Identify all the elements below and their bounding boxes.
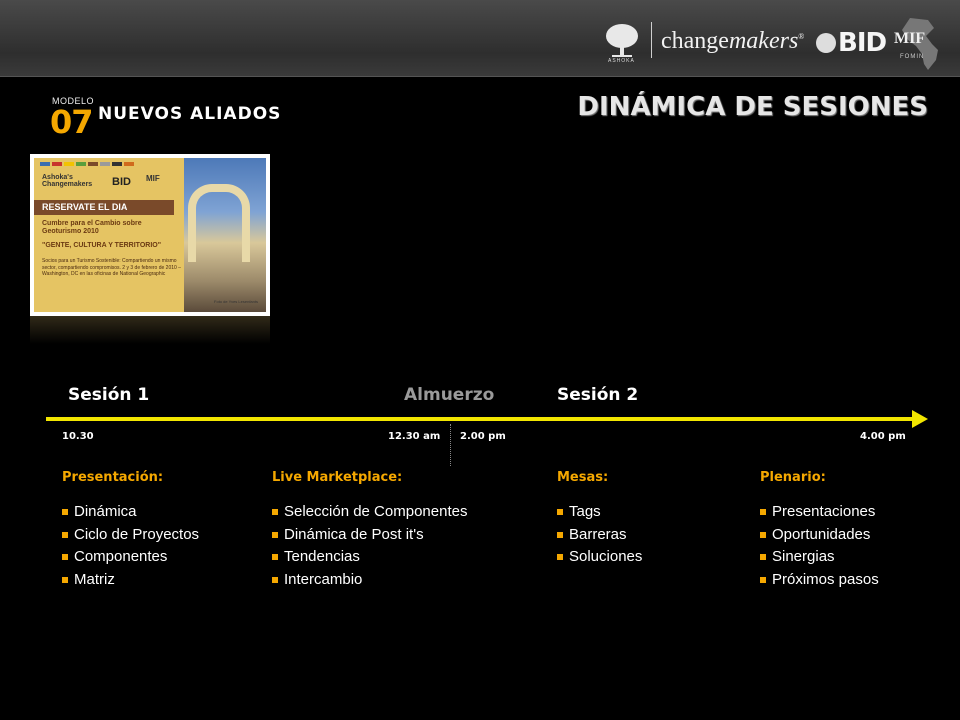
- flyer-org: Ashoka's: [42, 174, 73, 181]
- bullet-list: Selección de Componentes Dinámica de Pos…: [272, 501, 467, 591]
- list-item: Selección de Componentes: [272, 501, 467, 524]
- flyer-event-title: Cumbre para el Cambio sobre Geoturismo 2…: [42, 220, 142, 236]
- bullet-list: Dinámica Ciclo de Proyectos Componentes …: [62, 501, 199, 591]
- changemakers-logo-mark: ®: [798, 32, 805, 41]
- list-item: Tendencias: [272, 546, 467, 569]
- flyer-stripe: [76, 162, 86, 166]
- time-start: 10.30: [62, 431, 94, 442]
- event-flyer-image: Ashoka's Changemakers BID MIF RESERVATE E…: [30, 154, 270, 316]
- ashoka-logo-text: ASHOKA: [608, 58, 635, 64]
- list-item: Sinergias: [760, 546, 879, 569]
- list-item: Ciclo de Proyectos: [62, 524, 199, 547]
- session-2-label: Sesión 2: [557, 385, 639, 405]
- flyer-details: Socios para un Turismo Sostenible: Compa…: [42, 258, 181, 277]
- changemakers-logo-main: change: [661, 28, 729, 54]
- timeline-divider: [450, 424, 451, 466]
- column-heading: Mesas:: [557, 470, 609, 485]
- list-item: Próximos pasos: [760, 569, 879, 592]
- flyer-slogan: "GENTE, CULTURA Y TERRITORIO": [42, 242, 162, 249]
- flyer-stripe: [100, 162, 110, 166]
- list-item: Tags: [557, 501, 642, 524]
- column-presentacion: Presentación: Dinámica Ciclo de Proyecto…: [62, 470, 199, 591]
- logo-divider: [651, 22, 652, 58]
- flyer-org-name: Changemakers: [42, 181, 93, 188]
- session-1-label: Sesión 1: [68, 385, 150, 405]
- column-heading: Presentación:: [62, 470, 164, 485]
- list-item: Presentaciones: [760, 501, 879, 524]
- time-lunch-start: 12.30 am: [388, 431, 441, 442]
- flyer-changemakers-logo: Ashoka's Changemakers: [42, 174, 92, 188]
- flyer-photo-credit: Foto de Yves Lesenfants: [214, 299, 258, 304]
- list-item: Soluciones: [557, 546, 642, 569]
- bullet-list: Tags Barreras Soluciones: [557, 501, 642, 569]
- flyer-bid-logo: BID: [112, 176, 131, 188]
- flyer-arch-illustration: [188, 184, 250, 262]
- flyer-color-stripes: [40, 162, 134, 166]
- ashoka-tree-icon: [606, 24, 638, 57]
- flyer-stripe: [52, 162, 62, 166]
- list-item: Barreras: [557, 524, 642, 547]
- bid-globe-icon: [816, 33, 836, 53]
- lunch-label: Almuerzo: [404, 385, 495, 405]
- bullet-list: Presentaciones Oportunidades Sinergias P…: [760, 501, 879, 591]
- list-item: Dinámica: [62, 501, 199, 524]
- time-session-2-start: 2.00 pm: [460, 431, 506, 442]
- column-plenario: Plenario: Presentaciones Oportunidades S…: [760, 470, 879, 591]
- flyer-reflection: [30, 316, 270, 344]
- time-end: 4.00 pm: [860, 431, 906, 442]
- timeline-line: [46, 417, 918, 421]
- list-item: Oportunidades: [760, 524, 879, 547]
- list-item: Matriz: [62, 569, 199, 592]
- flyer-stripe: [40, 162, 50, 166]
- column-mesas: Mesas: Tags Barreras Soluciones: [557, 470, 642, 569]
- flyer-stripe: [112, 162, 122, 166]
- module-name: NUEVOS ALIADOS: [98, 104, 282, 124]
- timeline-arrow-icon: [912, 410, 928, 428]
- list-item: Intercambio: [272, 569, 467, 592]
- flyer-mif-logo: MIF: [146, 174, 160, 183]
- bid-logo-text: BID: [838, 28, 887, 58]
- column-heading: Plenario:: [760, 470, 826, 485]
- bid-logo: BID: [816, 28, 887, 58]
- flyer-stripe: [124, 162, 134, 166]
- module-number: 07: [50, 103, 94, 141]
- list-item: Componentes: [62, 546, 199, 569]
- page-title: DINÁMICA DE SESIONES: [577, 92, 928, 122]
- column-live-marketplace: Live Marketplace: Selección de Component…: [272, 470, 467, 591]
- flyer-stripe: [64, 162, 74, 166]
- header-bar: ASHOKA changemakers® BID MIF FOMIN: [0, 0, 960, 77]
- mif-logo-subtext: FOMIN: [900, 54, 925, 60]
- column-heading: Live Marketplace:: [272, 470, 403, 485]
- list-item: Dinámica de Post it's: [272, 524, 467, 547]
- changemakers-logo-italic: makers: [728, 28, 799, 54]
- flyer-stripe: [88, 162, 98, 166]
- mif-logo-text: MIF: [894, 30, 926, 47]
- changemakers-logo: changemakers®: [661, 28, 804, 55]
- flyer-banner-text: RESERVATE EL DIA: [42, 202, 128, 212]
